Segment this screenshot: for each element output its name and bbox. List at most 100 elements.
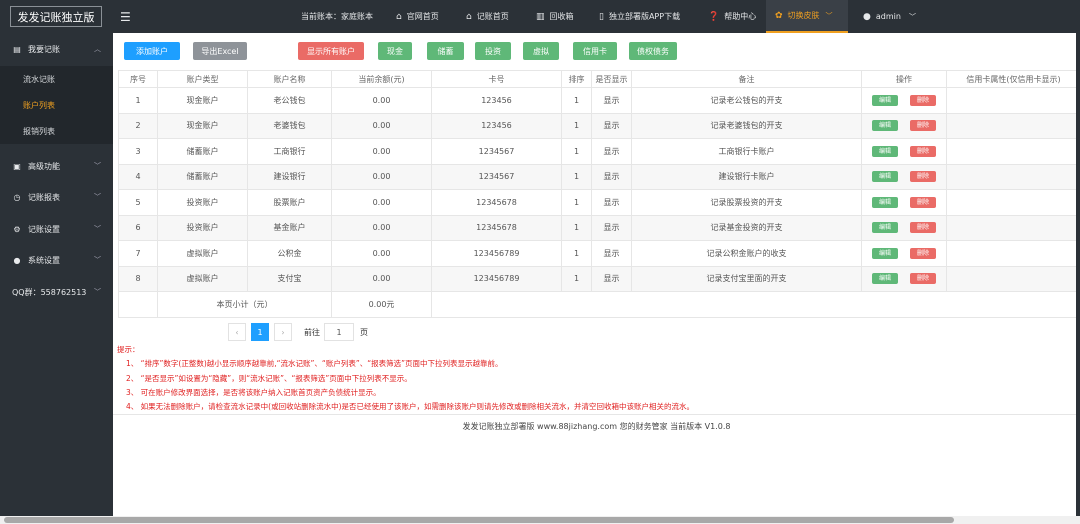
nav-help-center[interactable]: ❓ 帮助中心: [708, 0, 756, 33]
sidebar-group-book-settings[interactable]: ⚙ 记账设置 ﹀: [0, 218, 113, 240]
table-cell: 现金账户: [157, 112, 248, 139]
show-all-accounts-button[interactable]: 显示所有账户: [298, 42, 364, 60]
subtotal-cell: 0.00元: [331, 291, 432, 318]
edit-button[interactable]: 编辑: [872, 196, 898, 208]
table-cell: 0.00: [331, 112, 432, 139]
nav-recycle-bin[interactable]: ▥ 回收箱: [536, 0, 574, 33]
sidebar: 发发记账独立版 ▤ 我要记账 ︿ 流水记账 账户列表 报销列表 ▣ 高级功能 ﹀…: [0, 0, 113, 524]
prev-page-button[interactable]: ‹: [228, 323, 246, 341]
menu-toggle-icon[interactable]: ☰: [120, 10, 131, 24]
table-cell: 12345678: [431, 189, 562, 216]
username: admin: [875, 12, 901, 21]
table-cell: 显示: [591, 189, 632, 216]
scrollbar-thumb[interactable]: [4, 517, 954, 523]
table-cell: 显示: [591, 138, 632, 165]
nav-app-download[interactable]: ▯ 独立部署版APP下载: [599, 0, 680, 33]
delete-button[interactable]: 删除: [910, 120, 936, 132]
table-cell: 工商银行: [247, 138, 332, 165]
credit-card-cell: [946, 138, 1080, 165]
table-cell: 记录支付宝里面的开支: [631, 265, 862, 292]
row-actions: 编辑 删除: [861, 163, 947, 190]
table-cell: 6: [118, 214, 158, 241]
filter-virtual-button[interactable]: 虚拟: [523, 42, 559, 60]
app-logo[interactable]: 发发记账独立版: [10, 6, 102, 27]
table-cell: 3: [118, 138, 158, 165]
column-header: 备注: [631, 70, 862, 88]
goto-label: 前往: [304, 327, 320, 337]
trash-icon: ▥: [536, 11, 545, 22]
edit-button[interactable]: 编辑: [872, 247, 898, 259]
edit-button[interactable]: 编辑: [872, 94, 898, 106]
column-header: 是否显示: [591, 70, 632, 88]
filter-debt-button[interactable]: 债权债务: [629, 42, 677, 60]
sidebar-group-reports[interactable]: ◷ 记账报表 ﹀: [0, 186, 113, 208]
page-number-input[interactable]: 1: [324, 323, 354, 341]
table-cell: 记录公积金账户的收支: [631, 240, 862, 267]
table-cell: 显示: [591, 214, 632, 241]
filter-cash-button[interactable]: 现金: [378, 42, 412, 60]
table-cell: 12345678: [431, 214, 562, 241]
edit-button[interactable]: 编辑: [872, 273, 898, 285]
sidebar-item-transactions[interactable]: 流水记账: [0, 66, 113, 92]
sidebar-group-system-settings[interactable]: ● 系统设置 ﹀: [0, 249, 113, 271]
sidebar-qq-group[interactable]: QQ群：558762513 ﹀: [0, 281, 113, 303]
chevron-down-icon: ﹀: [908, 12, 916, 21]
table-cell: 0.00: [331, 265, 432, 292]
table-cell: 0.00: [331, 87, 432, 114]
nav-official-site[interactable]: ⌂ 官网首页: [396, 0, 439, 33]
filter-investment-button[interactable]: 投资: [475, 42, 511, 60]
table-cell: 工商银行卡账户: [631, 138, 862, 165]
table-cell: 老公钱包: [247, 87, 332, 114]
delete-button[interactable]: 删除: [910, 196, 936, 208]
sidebar-group-label: 记账设置: [28, 224, 60, 234]
sidebar-item-account-list[interactable]: 账户列表: [0, 92, 113, 118]
page-1-button[interactable]: 1: [251, 323, 269, 341]
nav-label: 记账首页: [476, 12, 509, 21]
edit-button[interactable]: 编辑: [872, 222, 898, 234]
nav-switch-skin[interactable]: ✿ 切换皮肤 ﹀: [766, 0, 848, 33]
empty-cell: [118, 291, 158, 318]
table-cell: 123456789: [431, 265, 562, 292]
delete-button[interactable]: 删除: [910, 94, 936, 106]
add-account-button[interactable]: 添加账户: [124, 42, 180, 60]
credit-card-cell: [946, 112, 1080, 139]
table-cell: 记录基金投资的开支: [631, 214, 862, 241]
edit-button[interactable]: 编辑: [872, 145, 898, 157]
filter-credit-card-button[interactable]: 信用卡: [573, 42, 617, 60]
delete-button[interactable]: 删除: [910, 247, 936, 259]
sidebar-item-reimbursement[interactable]: 报销列表: [0, 118, 113, 144]
nav-label: 独立部署版APP下载: [608, 12, 681, 21]
credit-card-cell: [946, 189, 1080, 216]
horizontal-scrollbar[interactable]: [0, 516, 1080, 524]
sidebar-group-advanced[interactable]: ▣ 高级功能 ﹀: [0, 155, 113, 177]
table-cell: 支付宝: [247, 265, 332, 292]
table-row: 3 储蓄账户 工商银行 0.00 1234567 1 显示 工商银行卡账户 编辑 删除: [118, 138, 1080, 165]
row-actions: 编辑 删除: [861, 265, 947, 292]
delete-button[interactable]: 删除: [910, 171, 936, 183]
table-cell: 基金账户: [247, 214, 332, 241]
footer: 发发记账独立部署版 www.88jizhang.com 您的财务管家 当前版本 …: [462, 422, 731, 431]
table-cell: 8: [118, 265, 158, 292]
table-row: 5 投资账户 股票账户 0.00 12345678 1 显示 记录股票投资的开支 编辑 删除: [118, 189, 1080, 216]
export-excel-button[interactable]: 导出Excel: [193, 42, 247, 60]
nav-label: 切换皮肤: [787, 11, 820, 20]
user-menu[interactable]: ● admin ﹀: [863, 0, 916, 33]
nav-bookkeeping-home[interactable]: ⌂ 记账首页: [466, 0, 509, 33]
chevron-down-icon: ﹀: [94, 225, 101, 233]
edit-button[interactable]: 编辑: [872, 120, 898, 132]
delete-button[interactable]: 删除: [910, 273, 936, 285]
tip-line: 4、 如果无法删除账户，请检查流水记录中(或回收站删除流水中)是否已经使用了该账…: [126, 402, 695, 411]
next-page-button[interactable]: ›: [274, 323, 292, 341]
table-cell: 显示: [591, 87, 632, 114]
table-row: 2 现金账户 老婆钱包 0.00 123456 1 显示 记录老婆钱包的开支 编辑 删除: [118, 112, 1080, 139]
table-cell: 投资账户: [157, 214, 248, 241]
delete-button[interactable]: 删除: [910, 145, 936, 157]
sidebar-group-bookkeeping[interactable]: ▤ 我要记账 ︿: [0, 38, 113, 60]
user-icon: ●: [13, 255, 21, 265]
table-cell: 公积金: [247, 240, 332, 267]
delete-button[interactable]: 删除: [910, 222, 936, 234]
column-header: 账户类型: [157, 70, 248, 88]
table-cell: 记录老婆钱包的开支: [631, 112, 862, 139]
edit-button[interactable]: 编辑: [872, 171, 898, 183]
filter-savings-button[interactable]: 储蓄: [427, 42, 464, 60]
